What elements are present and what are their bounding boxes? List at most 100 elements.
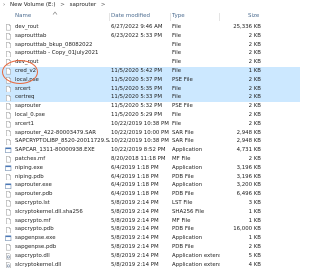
file-name: sapcrypto.pdb	[15, 226, 54, 233]
file-size: 2,948 KB	[236, 129, 261, 136]
file-row[interactable]: local_0.pse 11/5/2020 5:29 PM File 2 KB	[0, 111, 300, 120]
file-type: File	[172, 32, 182, 39]
file-row[interactable]: sapcrypto.dll 5/8/2019 2:14 PM Application…	[0, 252, 300, 261]
file-date: 6/27/2022 9:46 AM	[111, 24, 163, 30]
file-date: 10/22/2019 8:52 PM	[111, 147, 166, 154]
file-row[interactable]: local.pse 11/5/2020 5:37 PM PSE File 2 KB	[0, 75, 300, 85]
file-name: certreq	[15, 94, 35, 101]
file-row[interactable]: saprouter_422-80003479.SAR 10/22/2019 10:…	[0, 129, 300, 138]
column-divider[interactable]	[109, 13, 110, 21]
file-row[interactable]: slcryptokernel.dll.sha256 5/8/2019 2:14 P…	[0, 208, 300, 217]
file-row[interactable]: sapgenpse.exe 5/8/2019 2:14 PM Application…	[0, 234, 300, 243]
column-divider[interactable]	[219, 13, 220, 21]
file-row[interactable]: SAPCAR_1311-80000938.EXE 10/22/2019 8:52 …	[0, 146, 300, 155]
file-date: 6/4/2019 1:18 PM	[111, 182, 159, 189]
file-date: 10/22/2019 10:38 PM	[111, 138, 169, 145]
file-size: 6,496 KB	[236, 191, 261, 198]
file-size: 2 KB	[248, 243, 261, 250]
file-name: saproutttab - Copy_01July2021	[15, 50, 99, 57]
file-icon	[5, 129, 12, 137]
file-row[interactable]: niping.pdb 6/4/2019 1:18 PM PDB File 3,196 …	[0, 173, 300, 182]
file-name: niping.pdb	[15, 173, 44, 180]
file-type: Application extens...	[172, 252, 220, 259]
file-size: 2,948 KB	[236, 138, 261, 145]
file-row[interactable]: srcert 11/5/2020 5:35 PM File 2 KB	[0, 84, 300, 94]
file-row[interactable]: SAPCRYPTOLIBP_8520-20011729.SAR 10/22/201…	[0, 137, 300, 146]
file-row[interactable]: saproutttab_bkup_08082022 File 2 KB	[0, 41, 300, 50]
file-row[interactable]: saprouter.pdb 6/4/2019 1:18 PM PDB File 6,4…	[0, 190, 300, 199]
file-date: 5/8/2019 2:14 PM	[111, 208, 159, 215]
file-row[interactable]: sapcrypto.mf 5/8/2019 2:14 PM MF File 1 KB	[0, 217, 300, 226]
file-type: File	[172, 59, 182, 66]
file-size: 2 KB	[248, 76, 261, 83]
file-row[interactable]: sapgenpse.pdb 5/8/2019 2:14 PM PDB File 2 K…	[0, 243, 300, 252]
file-type: File	[172, 120, 182, 127]
file-date: 5/8/2019 2:14 PM	[111, 235, 159, 242]
file-name: saproutttab_bkup_08082022	[15, 41, 93, 48]
column-header-size[interactable]: Size	[248, 11, 259, 22]
file-date: 6/23/2022 5:33 PM	[111, 32, 163, 39]
app-icon	[5, 183, 12, 190]
file-row[interactable]: certreq 11/5/2020 5:33 PM File 2 KB	[0, 93, 300, 103]
file-row[interactable]: sapcrypto.pdb 5/8/2019 2:14 PM PDB File 16,…	[0, 225, 300, 234]
file-size: 2 KB	[248, 103, 261, 110]
file-name: saprouter	[15, 103, 41, 110]
file-date: 6/4/2019 1:18 PM	[111, 173, 159, 180]
file-name: saprouter.pdb	[15, 191, 53, 198]
file-row[interactable]: saproutttab - Copy_01July2021 File 2 KB	[0, 49, 300, 58]
file-row[interactable]: saproutttab 6/23/2022 5:33 PM File 2 KB	[0, 32, 300, 41]
file-icon	[5, 24, 12, 31]
file-row[interactable]: dev_rout 6/27/2022 9:46 AM File 25,336 KB	[0, 23, 300, 32]
file-date: 11/5/2020 5:33 PM	[111, 94, 163, 101]
breadcrumb-item-volume[interactable]: New Volume (E:)	[10, 2, 56, 8]
file-icon	[5, 138, 12, 146]
file-icon	[5, 217, 12, 225]
sort-up-icon	[52, 11, 58, 15]
file-row[interactable]: saprouter 11/5/2020 5:32 PM PSE File 2 KB	[0, 102, 300, 111]
file-size: 4,731 KB	[236, 147, 261, 154]
file-type: PSE File	[172, 76, 193, 83]
file-date: 11/5/2020 5:35 PM	[111, 85, 163, 92]
file-type: Application	[172, 147, 203, 154]
file-size: 5 KB	[248, 252, 261, 259]
file-row[interactable]: saprouter.exe 6/4/2019 1:18 PM Application…	[0, 181, 300, 190]
app-icon	[5, 147, 12, 154]
file-name: SAPCAR_1311-80000938.EXE	[15, 147, 95, 154]
file-row[interactable]: sapcrypto.lst 5/8/2019 2:14 PM LST File 3 K…	[0, 199, 300, 208]
file-type: MF File	[172, 217, 191, 224]
column-header-type[interactable]: Type	[172, 11, 185, 22]
file-icon	[5, 121, 12, 128]
file-date: 5/8/2019 2:14 PM	[111, 243, 159, 250]
file-icon	[5, 226, 12, 234]
file-size: 3 KB	[248, 199, 261, 206]
file-icon	[5, 244, 12, 251]
file-name: dev_rout	[15, 24, 39, 30]
file-row[interactable]: patches.mf 8/20/2018 11:18 PM MF File 2 KB	[0, 155, 300, 164]
file-type: Application	[172, 164, 203, 171]
file-date: 5/8/2019 2:14 PM	[111, 226, 159, 233]
file-row[interactable]: cred_v2 11/5/2020 5:42 PM File 1 KB	[0, 66, 300, 76]
file-icon	[5, 94, 12, 102]
file-name: sapcrypto.dll	[15, 252, 50, 259]
file-name: slcryptokernel.dll.sha256	[15, 208, 83, 215]
file-icon	[5, 191, 12, 198]
file-date: 5/8/2019 2:14 PM	[111, 199, 159, 206]
file-type: SAR File	[172, 129, 194, 136]
column-header-name[interactable]: Name	[15, 11, 31, 22]
file-row[interactable]: srcert1 10/22/2019 10:38 PM File 2 KB	[0, 120, 300, 129]
breadcrumb-item-saprouter[interactable]: saprouter	[70, 2, 97, 8]
file-icon	[5, 85, 12, 93]
file-type: File	[172, 41, 182, 48]
file-name: patches.mf	[15, 155, 46, 162]
column-divider[interactable]	[170, 13, 171, 21]
file-size: 3,196 KB	[236, 164, 261, 171]
file-icon	[5, 200, 12, 207]
dll-icon	[5, 261, 12, 269]
file-date: 6/4/2019 1:18 PM	[111, 191, 159, 198]
file-row[interactable]: niping.exe 6/4/2019 1:18 PM Application 3,1…	[0, 164, 300, 173]
file-name: saproutttab	[15, 32, 47, 39]
file-list: dev_rout 6/27/2022 9:46 AM File 25,336 KB sa…	[0, 23, 300, 269]
column-header-date[interactable]: Date modified	[111, 11, 150, 22]
file-row[interactable]: dev_rout File 2 KB	[0, 58, 300, 67]
breadcrumb-separator: >	[100, 2, 106, 8]
